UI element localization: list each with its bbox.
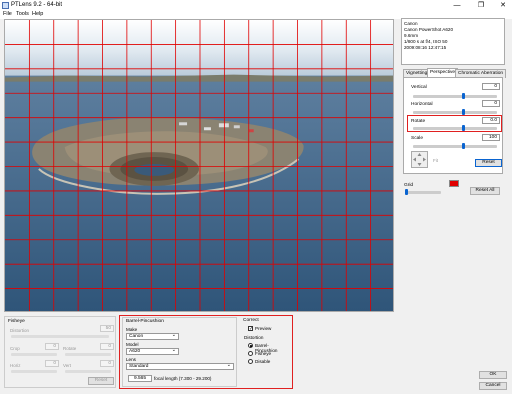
- image-preview[interactable]: [4, 19, 394, 312]
- fisheye-vert-input: 0: [100, 360, 114, 367]
- cancel-button[interactable]: Cancel: [479, 382, 507, 390]
- fisheye-rotate-input: 0: [100, 343, 114, 350]
- scale-label: Scale: [411, 136, 423, 141]
- rotate-input[interactable]: 0.0: [482, 117, 500, 124]
- correct-panel: Correct ✓ Preview Distortion Barrel-Pinc…: [241, 317, 291, 387]
- grid-overlay: [5, 20, 393, 311]
- fisheye-horiz-slider: [11, 370, 57, 373]
- menu-file[interactable]: File: [3, 11, 12, 17]
- vertical-input[interactable]: 0: [482, 83, 500, 90]
- rotate-label: Rotate: [411, 119, 426, 124]
- perspective-panel: Vertical 0 Horizontal 0 Rotate 0.0 Scale…: [403, 77, 503, 174]
- fisheye-title: Fisheye: [8, 319, 25, 324]
- disable-option[interactable]: Disable: [255, 359, 270, 364]
- correct-distortion-label: Distortion: [244, 335, 264, 340]
- preview-label: Preview: [255, 326, 272, 331]
- menu-help[interactable]: Help: [32, 11, 43, 17]
- rotate-slider-thumb[interactable]: [461, 125, 465, 131]
- vertical-label: Vertical: [411, 85, 427, 90]
- minimize-icon[interactable]: —: [452, 1, 462, 10]
- maximize-icon[interactable]: ❐: [476, 1, 486, 10]
- fisheye-vert-slider: [65, 370, 111, 373]
- menu-tools[interactable]: Tools: [16, 11, 29, 17]
- barrel-pincushion-radio[interactable]: [248, 343, 253, 348]
- fisheye-option[interactable]: Fisheye: [255, 351, 271, 356]
- fisheye-distortion-slider: [11, 335, 109, 338]
- barrel-title: Barrel-Pincushion: [126, 319, 164, 324]
- model-select[interactable]: A620: [126, 347, 179, 355]
- app-icon: [2, 2, 9, 9]
- fisheye-crop-label: Crop: [10, 346, 20, 351]
- grid-label: Grid: [404, 183, 414, 188]
- window-title: PTLens 9.2 - 64-bit: [11, 2, 63, 8]
- fisheye-reset-button: Reset: [88, 377, 114, 385]
- title-bar: PTLens 9.2 - 64-bit — ❐ ✕: [0, 0, 512, 11]
- model-label: Model: [126, 342, 139, 347]
- fisheye-crop-input: 0: [45, 343, 59, 350]
- make-label: Make: [126, 327, 138, 332]
- fisheye-crop-slider: [11, 353, 57, 356]
- grid-slider[interactable]: [405, 191, 441, 194]
- reset-all-button[interactable]: Reset All: [470, 187, 500, 195]
- horizontal-slider[interactable]: [413, 111, 497, 114]
- scale-slider-thumb[interactable]: [461, 143, 465, 149]
- fisheye-horiz-label: Horiz: [10, 363, 21, 368]
- fit-move-icon[interactable]: [411, 151, 428, 168]
- fisheye-distortion-input: 50: [100, 325, 114, 332]
- vertical-slider[interactable]: [413, 95, 497, 98]
- disable-radio[interactable]: [248, 359, 253, 364]
- fisheye-radio[interactable]: [248, 351, 253, 356]
- close-icon[interactable]: ✕: [498, 1, 508, 10]
- vertical-slider-thumb[interactable]: [461, 93, 465, 99]
- ok-button[interactable]: OK: [479, 371, 507, 379]
- lens-label: Lens: [126, 357, 136, 362]
- lens-select[interactable]: Standard: [126, 362, 234, 370]
- correct-title: Correct: [243, 318, 259, 323]
- fisheye-horiz-input: 0: [45, 360, 59, 367]
- grid-slider-thumb[interactable]: [405, 189, 409, 195]
- fisheye-vert-label: Vert: [63, 363, 72, 368]
- rotate-slider[interactable]: [413, 127, 497, 130]
- fisheye-panel: Fisheye Distortion 50 Crop 0 Rotate 0 Ho…: [4, 316, 116, 388]
- scale-slider[interactable]: [413, 145, 497, 148]
- horizontal-input[interactable]: 0: [482, 100, 500, 107]
- perspective-reset-button[interactable]: Reset: [475, 159, 502, 167]
- focal-length-label: focal length (7.300 - 29.200): [154, 376, 212, 381]
- fisheye-rotate-slider: [65, 353, 111, 356]
- grid-color-swatch[interactable]: [449, 180, 459, 187]
- horizontal-label: Horizontal: [411, 102, 433, 107]
- focal-length-input[interactable]: 9.565: [128, 375, 152, 382]
- barrel-pincushion-panel: Barrel-Pincushion Make Canon Model A620 …: [122, 317, 237, 387]
- preview-checkbox[interactable]: ✓: [248, 326, 253, 332]
- fisheye-distortion-label: Distortion: [10, 328, 30, 333]
- fit-label: Fit: [433, 158, 438, 163]
- exif-info-box: Canon Canon PowerShot A620 9.6mm 1/800 s…: [401, 18, 505, 65]
- fisheye-rotate-label: Rotate: [63, 346, 77, 351]
- scale-input[interactable]: 100: [482, 134, 500, 141]
- make-select[interactable]: Canon: [126, 332, 179, 340]
- info-line: 2009:08:16 12:47:15: [404, 45, 447, 50]
